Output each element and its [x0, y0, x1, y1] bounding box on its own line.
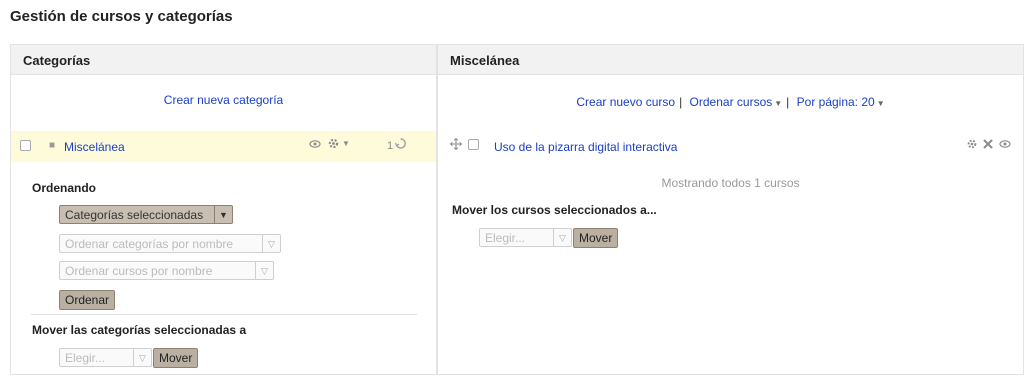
chevron-down-icon: ▽: [262, 235, 280, 252]
chevron-down-icon: ▼: [214, 206, 232, 223]
sort-scope-select[interactable]: Categorías seleccionadas ▼: [59, 205, 233, 224]
categories-panel: Categorías Crear nueva categoría ■ Misce…: [10, 44, 437, 375]
gear-icon[interactable]: [966, 138, 978, 153]
caret-down-icon: ▼: [876, 99, 885, 108]
move-courses-value: Elegir...: [485, 231, 526, 245]
course-name-link[interactable]: Uso de la pizarra digital interactiva: [494, 140, 677, 154]
bullet-icon: ■: [49, 140, 56, 151]
page-title: Gestión de cursos y categorías: [10, 8, 233, 25]
caret-down-icon[interactable]: ▼: [342, 139, 350, 148]
divider: [31, 314, 417, 315]
sort-button[interactable]: Ordenar: [59, 290, 116, 310]
create-course-link[interactable]: Crear nuevo curso: [576, 95, 675, 109]
chevron-down-icon: ▽: [553, 229, 571, 246]
sorting-title: Ordenando: [32, 181, 97, 195]
create-category-wrap: Crear nueva categoría: [11, 93, 436, 107]
sort-scope-value: Categorías seleccionadas: [65, 208, 204, 222]
categories-header: Categorías: [11, 45, 436, 75]
create-category-link[interactable]: Crear nueva categoría: [164, 93, 283, 107]
courses-panel: Miscelánea Crear nuevo curso | Ordenar cu…: [437, 44, 1024, 375]
showing-count-text: Mostrando todos 1 cursos: [661, 176, 800, 190]
move-courses-select[interactable]: Elegir... ▽: [479, 228, 572, 247]
category-row[interactable]: ■ Miscelánea ▼ 1: [11, 131, 436, 162]
move-categories-select[interactable]: Elegir... ▽: [59, 348, 152, 367]
chevron-down-icon: ▽: [255, 262, 273, 279]
courses-header: Miscelánea: [438, 45, 1023, 75]
chevron-down-icon: ▽: [133, 349, 151, 366]
per-page-label: Por página: 20: [796, 95, 875, 109]
gear-icon[interactable]: [327, 137, 340, 153]
sort-courses-label: Ordenar cursos: [689, 95, 773, 109]
toolbar-separator: |: [786, 95, 790, 109]
eye-icon[interactable]: [999, 138, 1011, 153]
move-categories-title: Mover las categorías seleccionadas a: [32, 323, 247, 337]
move-categories-value: Elegir...: [65, 351, 106, 365]
move-courses-title: Mover los cursos seleccionados a...: [452, 203, 657, 217]
sort-categories-select[interactable]: Ordenar categorías por nombre ▽: [59, 234, 281, 253]
move-courses-button[interactable]: Mover: [573, 228, 619, 248]
eye-icon[interactable]: [309, 138, 321, 153]
toolbar-separator: |: [679, 95, 683, 109]
move-icon[interactable]: [450, 138, 462, 153]
sort-courses-select[interactable]: Ordenar cursos por nombre ▽: [59, 261, 274, 280]
per-page-link[interactable]: Por página: 20 ▼: [797, 95, 885, 109]
move-categories-button[interactable]: Mover: [153, 348, 199, 368]
course-row[interactable]: Uso de la pizarra digital interactiva: [438, 131, 1023, 162]
caret-down-icon: ▼: [774, 99, 783, 108]
sort-courses-value: Ordenar cursos por nombre: [65, 264, 213, 278]
course-checkbox[interactable]: [468, 139, 479, 150]
sort-courses-link[interactable]: Ordenar cursos ▼: [690, 95, 783, 109]
course-count-icon: [394, 138, 406, 152]
course-count: 1: [387, 140, 394, 152]
courses-toolbar: Crear nuevo curso | Ordenar cursos ▼ | Por …: [438, 95, 1023, 109]
delete-icon[interactable]: [982, 138, 994, 153]
category-checkbox[interactable]: [20, 140, 31, 151]
category-name-link[interactable]: Miscelánea: [64, 140, 125, 154]
sort-categories-value: Ordenar categorías por nombre: [65, 237, 234, 251]
